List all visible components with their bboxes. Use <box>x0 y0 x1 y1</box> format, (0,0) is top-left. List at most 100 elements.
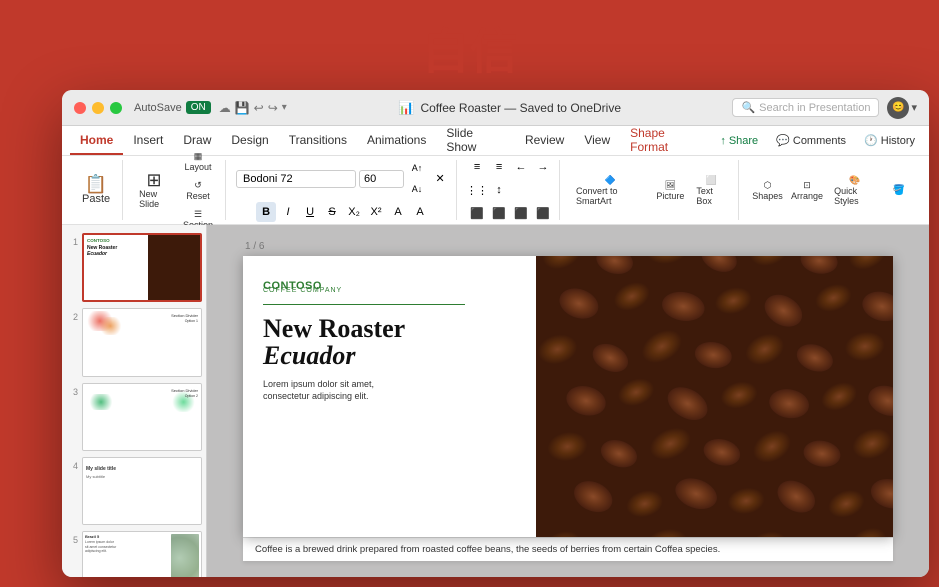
slide-thumbnail-2[interactable]: 2 Section DividerOption 1 <box>66 308 202 376</box>
thumb-content-3: Section DividerOption 2 <box>83 384 201 450</box>
slide-caption-text: Coffee is a brewed drink prepared from r… <box>255 544 720 555</box>
font-size-selector[interactable]: 60 <box>359 170 404 188</box>
thumb-title: New RoasterEcuador <box>87 245 117 257</box>
toolbar-icon-cloud: ☁ <box>219 101 231 115</box>
undo-button[interactable]: ↩ <box>254 101 264 115</box>
underline-button[interactable]: U <box>300 202 320 222</box>
search-box[interactable]: 🔍 Search in Presentation <box>732 98 879 117</box>
tab-view[interactable]: View <box>574 126 620 155</box>
history-icon: 🕐 <box>864 134 878 147</box>
profile-avatar[interactable]: 😊 <box>887 97 909 119</box>
slide-canvas[interactable]: CONTOSO COFFEE COMPANY New Roaster Ecuad… <box>243 256 893 537</box>
font-name-selector[interactable]: Bodoni 72 <box>236 170 356 188</box>
thumb5-label: Brazil 5 <box>85 534 99 539</box>
new-slide-button[interactable]: ⊞ New Slide <box>133 168 175 212</box>
decrease-indent-button[interactable]: ← <box>511 157 531 177</box>
comments-button[interactable]: 💬 Comments <box>770 132 852 149</box>
slide-title-line2: Ecuador <box>263 342 516 369</box>
paste-button[interactable]: 📋 Paste <box>76 172 116 208</box>
tab-transitions[interactable]: Transitions <box>279 126 357 155</box>
line-spacing-button[interactable]: ↕ <box>489 180 509 200</box>
tab-design[interactable]: Design <box>221 126 278 155</box>
slide-title: New Roaster Ecuador <box>263 315 516 370</box>
thumb-content-4: My slide title My subtitle <box>83 458 201 524</box>
profile-chevron[interactable]: ▾ <box>911 101 917 114</box>
thumb-coffee-bg <box>148 235 200 300</box>
slide-brand-name: CONTOSO COFFEE COMPANY <box>263 280 516 294</box>
slide-preview-4[interactable]: My slide title My subtitle <box>82 457 202 525</box>
font-increase-button[interactable]: A↑ <box>407 158 427 178</box>
italic-button[interactable]: I <box>278 202 298 222</box>
slide-thumbnail-1[interactable]: 1 CONTOSO New RoasterEcuador <box>66 233 202 302</box>
slide-preview-3[interactable]: Section DividerOption 2 <box>82 383 202 451</box>
redo-button[interactable]: ↪ <box>268 101 278 115</box>
slide-number-1: 1 <box>66 237 78 247</box>
slide-preview-5[interactable]: Brazil 5 Lorem ipsum dolorsit amet conse… <box>82 531 202 577</box>
thumb4-sub: My subtitle <box>86 474 105 479</box>
shape-fill-button[interactable]: 🪣 <box>883 182 915 199</box>
tab-shape-format[interactable]: Shape Format <box>620 126 714 155</box>
thumb-content-5: Brazil 5 Lorem ipsum dolorsit amet conse… <box>83 532 201 577</box>
window-title: Coffee Roaster — Saved to OneDrive <box>420 101 621 115</box>
minimize-button[interactable] <box>92 102 104 114</box>
text-box-button[interactable]: ⬜ Text Box <box>690 172 732 209</box>
font-highlight-button[interactable]: A <box>410 202 430 222</box>
arrange-button[interactable]: ⊡ Arrange <box>788 177 826 204</box>
thumb2-text: Section DividerOption 1 <box>171 313 198 323</box>
smartart-icon: 🔷 <box>605 175 616 186</box>
slide-preview-1[interactable]: CONTOSO New RoasterEcuador <box>82 233 202 302</box>
paste-icon: 📋 <box>85 175 107 193</box>
reset-button[interactable]: ↺ Reset <box>177 177 219 204</box>
numbering-button[interactable]: ≡ <box>489 157 509 177</box>
bold-button[interactable]: B <box>256 202 276 222</box>
slide-caption: Coffee is a brewed drink prepared from r… <box>243 537 893 561</box>
align-center-button[interactable]: ⬛ <box>489 203 509 223</box>
superscript-button[interactable]: X² <box>366 202 386 222</box>
slide-thumbnail-3[interactable]: 3 Section DividerOption 2 <box>66 383 202 451</box>
slide-position-indicator: 1 / 6 <box>243 241 893 252</box>
quick-styles-icon: 🎨 <box>849 175 860 186</box>
font-decrease-button[interactable]: A↓ <box>407 179 427 199</box>
columns-button[interactable]: ⋮⋮ <box>467 180 487 200</box>
increase-indent-button[interactable]: → <box>533 157 553 177</box>
align-justify-button[interactable]: ⬛ <box>533 203 553 223</box>
tab-review[interactable]: Review <box>515 126 574 155</box>
bullets-button[interactable]: ≡ <box>467 157 487 177</box>
slide-thumbnail-4[interactable]: 4 My slide title My subtitle <box>66 457 202 525</box>
slide-number-3: 3 <box>66 387 78 397</box>
ribbon-group-font: Bodoni 72 60 A↑ A↓ ✕ B I U S X₂ <box>230 160 457 220</box>
tab-animations[interactable]: Animations <box>357 126 436 155</box>
tab-insert[interactable]: Insert <box>123 126 173 155</box>
font-color-button[interactable]: A <box>388 202 408 222</box>
share-icon: ↑ <box>720 135 726 147</box>
slide-thumbnail-5[interactable]: 5 Brazil 5 Lorem ipsum dolorsit amet con… <box>66 531 202 577</box>
history-button[interactable]: 🕐 History <box>858 132 921 149</box>
thumb-blob-green1 <box>87 394 115 410</box>
app-title: 自信 <box>0 12 939 82</box>
slide-right-image <box>536 256 894 537</box>
convert-smartart-button[interactable]: 🔷 Convert to SmartArt <box>570 172 650 209</box>
close-button[interactable] <box>74 102 86 114</box>
layout-button[interactable]: ▦ Layout <box>177 148 219 175</box>
shapes-button[interactable]: ⬡ Shapes <box>749 177 786 204</box>
align-right-button[interactable]: ⬛ <box>511 203 531 223</box>
tab-home[interactable]: Home <box>70 126 123 155</box>
strikethrough-button[interactable]: S <box>322 202 342 222</box>
fill-icon: 🪣 <box>893 185 905 196</box>
layout-icon: ▦ <box>194 151 203 162</box>
maximize-button[interactable] <box>110 102 122 114</box>
titlebar-center: 📊 Coffee Roaster — Saved to OneDrive <box>287 100 733 116</box>
clear-format-button[interactable]: ✕ <box>430 169 450 189</box>
coffee-beans-pattern <box>536 256 894 537</box>
slide-preview-2[interactable]: Section DividerOption 1 <box>82 308 202 376</box>
share-button[interactable]: ↑ Share <box>714 133 764 149</box>
align-left-button[interactable]: ⬛ <box>467 203 487 223</box>
picture-button[interactable]: 🖼 Picture <box>652 177 688 204</box>
format-row: B I U S X₂ X² A A <box>256 202 430 222</box>
tab-slideshow[interactable]: Slide Show <box>436 126 515 155</box>
slide-green-divider <box>263 304 465 305</box>
thumb-blob-orange <box>98 317 123 335</box>
toolbar-icon-save: 💾 <box>235 101 250 115</box>
quick-styles-button[interactable]: 🎨 Quick Styles <box>828 172 881 209</box>
subscript-button[interactable]: X₂ <box>344 202 364 222</box>
